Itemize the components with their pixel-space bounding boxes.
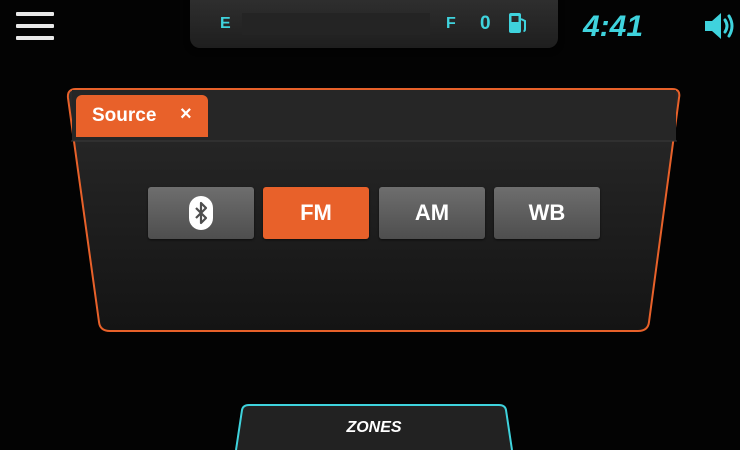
zones-button[interactable]: ZONES [232,404,516,450]
source-tab[interactable]: Source × [76,95,208,137]
menu-bar [16,24,54,28]
fm-source-button[interactable]: FM [263,187,369,239]
menu-bar [16,36,54,40]
clock: 4:41 [583,10,644,43]
zones-label: ZONES [346,419,402,436]
menu-button[interactable] [16,12,54,40]
wb-source-button[interactable]: WB [494,187,600,239]
bluetooth-icon [189,196,213,230]
am-source-button[interactable]: AM [379,187,485,239]
speaker-volume-icon[interactable] [703,10,737,42]
menu-bar [16,12,54,16]
source-tab-label: Source [92,105,157,126]
fuel-gauge-panel: E F 0 [190,0,558,48]
fuel-empty-label: E [220,15,231,32]
fuel-value: 0 [480,13,491,34]
fuel-pump-icon [509,13,526,33]
bluetooth-source-button[interactable] [148,187,254,239]
fuel-level-bar [242,13,430,35]
fuel-full-label: F [446,15,456,32]
close-icon[interactable]: × [180,103,192,126]
